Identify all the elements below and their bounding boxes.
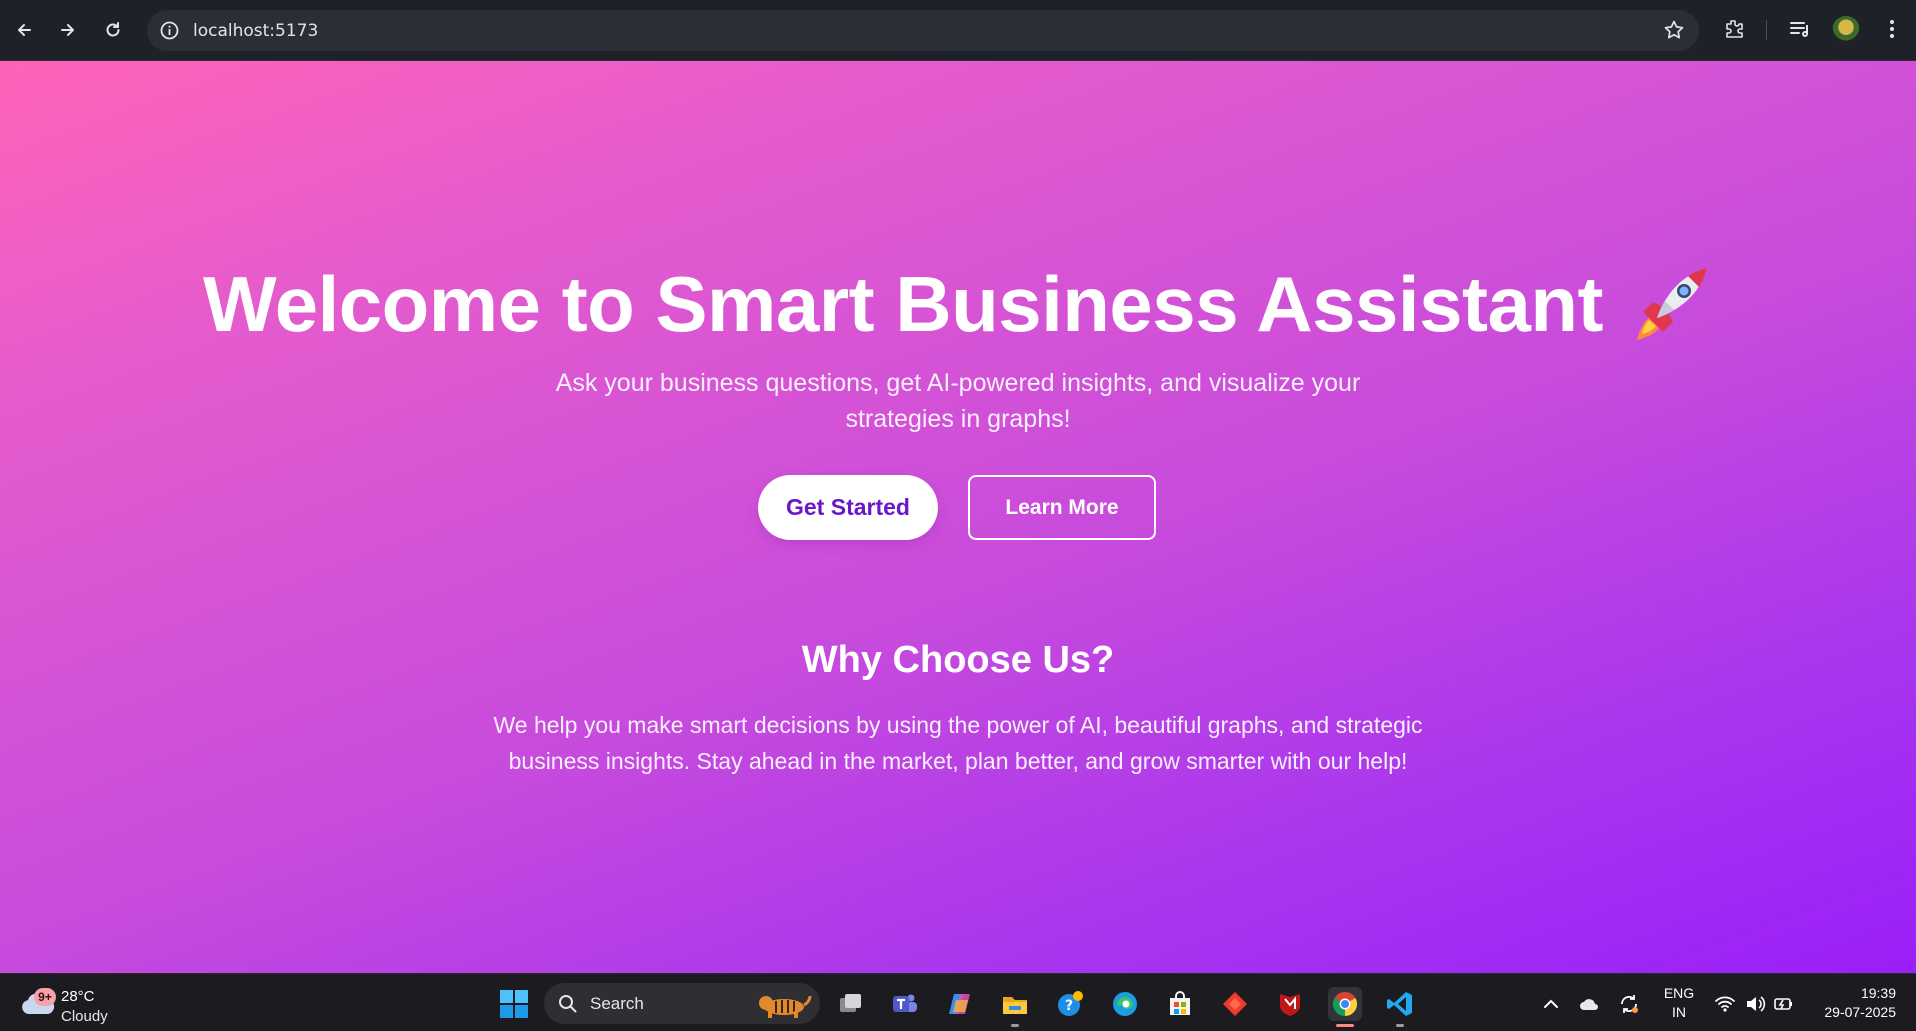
active-indicator: [1336, 1024, 1354, 1027]
vscode-icon: [1387, 992, 1412, 1016]
weather-widget[interactable]: 9+ 28°C Cloudy: [18, 982, 158, 1025]
profile-avatar[interactable]: [1832, 16, 1860, 44]
copilot-icon: [949, 994, 970, 1014]
clock-time: 19:39: [1860, 985, 1896, 1001]
why-choose-heading: Why Choose Us?: [801, 639, 1115, 681]
url-text[interactable]: localhost:5173: [193, 21, 318, 41]
browser-toolbar: localhost:5173: [0, 0, 1916, 61]
file-explorer-app[interactable]: [998, 987, 1032, 1027]
search-label: Search: [590, 994, 644, 1013]
landing-page: Welcome to Smart Business Assistant Ask …: [0, 61, 1916, 973]
taskbar: 9+ 28°C Cloudy Search ? ENG IN 19:39 29-…: [0, 973, 1916, 1031]
language-code: ENG: [1663, 985, 1695, 1001]
language-region: IN: [1672, 1004, 1686, 1020]
get-help-app[interactable]: ?: [1053, 987, 1087, 1021]
back-arrow-icon: [18, 24, 31, 36]
why-choose-text: We help you make smart decisions by usin…: [493, 712, 1423, 774]
reload-button[interactable]: [97, 14, 129, 46]
hero-subtitle: Ask your business questions, get AI-powe…: [555, 369, 1361, 433]
vscode-app[interactable]: [1383, 987, 1417, 1027]
reload-icon: [106, 22, 120, 37]
tiger-icon: [759, 995, 812, 1018]
clock-date: 29-07-2025: [1824, 1004, 1896, 1020]
onedrive-cloud-icon[interactable]: [1578, 993, 1600, 1015]
edge-app[interactable]: [1108, 987, 1142, 1021]
shield-icon: [1280, 994, 1300, 1016]
copilot-app[interactable]: [943, 987, 977, 1021]
teams-icon: [893, 994, 917, 1012]
address-bar[interactable]: localhost:5173: [147, 10, 1699, 51]
chrome-icon: [1332, 992, 1358, 1016]
search-icon: [559, 995, 577, 1013]
more-menu-icon[interactable]: [1880, 17, 1904, 41]
system-clock[interactable]: 19:39 29-07-2025: [1800, 984, 1896, 1022]
battery-icon[interactable]: [1772, 993, 1794, 1015]
mcafee-app[interactable]: [1273, 987, 1307, 1021]
edge-icon: [1113, 992, 1137, 1016]
wifi-icon[interactable]: [1714, 993, 1736, 1015]
folder-icon: [1003, 997, 1027, 1014]
microsoft-store-app[interactable]: [1163, 987, 1197, 1021]
store-icon: [1170, 991, 1190, 1015]
toolbar-divider: [1766, 20, 1767, 40]
taskbar-search[interactable]: Search: [544, 983, 820, 1024]
learn-more-button[interactable]: Learn More: [968, 475, 1156, 540]
hero-heading: Welcome to Smart Business Assistant: [0, 259, 1916, 350]
hero-title-text: Welcome to Smart Business Assistant: [203, 260, 1603, 348]
diamond-icon: [1223, 992, 1247, 1016]
weather-condition: Cloudy: [61, 1008, 108, 1025]
bookmark-star-icon[interactable]: [1663, 19, 1685, 41]
windows-start-icon[interactable]: [499, 989, 529, 1019]
weather-temp: 28°C: [61, 988, 95, 1005]
get-started-button[interactable]: Get Started: [758, 475, 938, 540]
media-controls-icon[interactable]: [1788, 17, 1812, 41]
anydesk-app[interactable]: [1218, 987, 1252, 1021]
volume-icon[interactable]: [1744, 993, 1766, 1015]
site-info-icon[interactable]: [159, 20, 180, 41]
rocket-icon: [1636, 267, 1707, 340]
sync-icon[interactable]: [1618, 993, 1640, 1015]
forward-arrow-icon: [61, 24, 74, 36]
weather-badge: 9+: [34, 988, 56, 1006]
chrome-app[interactable]: [1328, 987, 1362, 1027]
chevron-up-icon[interactable]: [1540, 993, 1562, 1015]
task-view-icon: [840, 994, 861, 1012]
forward-button[interactable]: [52, 14, 84, 46]
running-indicator: [1396, 1024, 1404, 1027]
running-indicator: [1011, 1024, 1019, 1027]
back-button[interactable]: [8, 14, 40, 46]
teams-app[interactable]: [888, 987, 922, 1021]
task-view-button[interactable]: [833, 987, 867, 1021]
svg-text:?: ?: [1065, 998, 1073, 1014]
extensions-icon[interactable]: [1722, 17, 1746, 41]
language-indicator[interactable]: ENG IN: [1661, 984, 1697, 1022]
help-icon: ?: [1058, 991, 1083, 1016]
